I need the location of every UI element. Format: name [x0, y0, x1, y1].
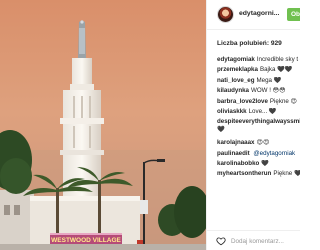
- comment-text: Bajka 🖤🖤: [259, 66, 293, 74]
- comment-username[interactable]: przemeklapka: [217, 66, 258, 73]
- comment-username[interactable]: despiteeverythingalwayssmil: [217, 118, 300, 125]
- comment-text: Love... 🖤: [248, 107, 277, 115]
- comment-item: przemeklapka Bajka 🖤🖤: [217, 66, 300, 76]
- comment-item: barbra_love2love Piękne 😍: [217, 98, 300, 108]
- comment-username[interactable]: kilaudynka: [217, 87, 249, 94]
- comment-item: kilaudynka WOW ! 😳😳: [217, 87, 300, 97]
- comment-item: myheartsontherun Piękne 🖤: [217, 170, 300, 180]
- post-side-panel: edytagorni... Obs Liczba polubień: 929 e…: [206, 0, 300, 250]
- post-photo[interactable]: WESTWOOD VILLAGE: [0, 0, 206, 250]
- comment-username[interactable]: edytagomiak: [217, 56, 255, 63]
- comment-item: karolinabobko 🖤: [217, 160, 300, 170]
- follow-button[interactable]: Obs: [287, 8, 300, 21]
- comment-text: 🖤: [217, 125, 225, 133]
- comment-username[interactable]: karolinabobko: [217, 160, 259, 167]
- heart-icon[interactable]: [216, 236, 226, 246]
- post-footer: [207, 230, 300, 250]
- comment-username[interactable]: barbra_love2love: [217, 98, 268, 105]
- comment-text: Piękne 🖤: [273, 170, 300, 178]
- comment-item: edytagomiakIncredible sky t #california: [217, 56, 300, 66]
- comment-username[interactable]: oliviaskkk: [217, 108, 247, 115]
- photo-sign-text: WESTWOOD VILLAGE: [51, 237, 121, 244]
- comment-text: Mega 🖤: [256, 76, 282, 84]
- comment-text: 😍😍: [256, 139, 270, 147]
- post-header: edytagorni... Obs: [207, 0, 300, 30]
- comment-item: karolajnaaax 😍😍: [217, 139, 300, 149]
- avatar[interactable]: [217, 6, 234, 23]
- comment-text: Piękne 😍: [269, 97, 297, 105]
- photo-image: WESTWOOD VILLAGE: [0, 0, 206, 250]
- comment-username[interactable]: paulinaedit: [217, 150, 250, 157]
- comment-username[interactable]: nati_love_eg: [217, 77, 255, 84]
- comment-username[interactable]: myheartsontherun: [217, 170, 271, 177]
- username-link[interactable]: edytagorni...: [239, 10, 285, 17]
- comment-item: nati_love_eg Mega 🖤: [217, 77, 300, 87]
- comments-list: edytagomiakIncredible sky t #californiap…: [217, 56, 300, 181]
- comment-text: WOW ! 😳😳: [250, 87, 286, 95]
- comment-input[interactable]: [231, 235, 297, 247]
- likes-count[interactable]: Liczba polubień: 929: [217, 40, 282, 47]
- comment-item: oliviaskkk Love... 🖤: [217, 108, 300, 118]
- comment-username[interactable]: karolajnaaax: [217, 139, 255, 146]
- comment-text: 🖤: [261, 159, 270, 167]
- comment-item: despiteeverythingalwayssmil🖤: [217, 118, 300, 139]
- comment-mention[interactable]: @edytagorniak: [253, 150, 295, 157]
- comment-item: paulinaedit @edytagorniak: [217, 150, 300, 160]
- comment-text: Incredible sky t: [256, 56, 299, 63]
